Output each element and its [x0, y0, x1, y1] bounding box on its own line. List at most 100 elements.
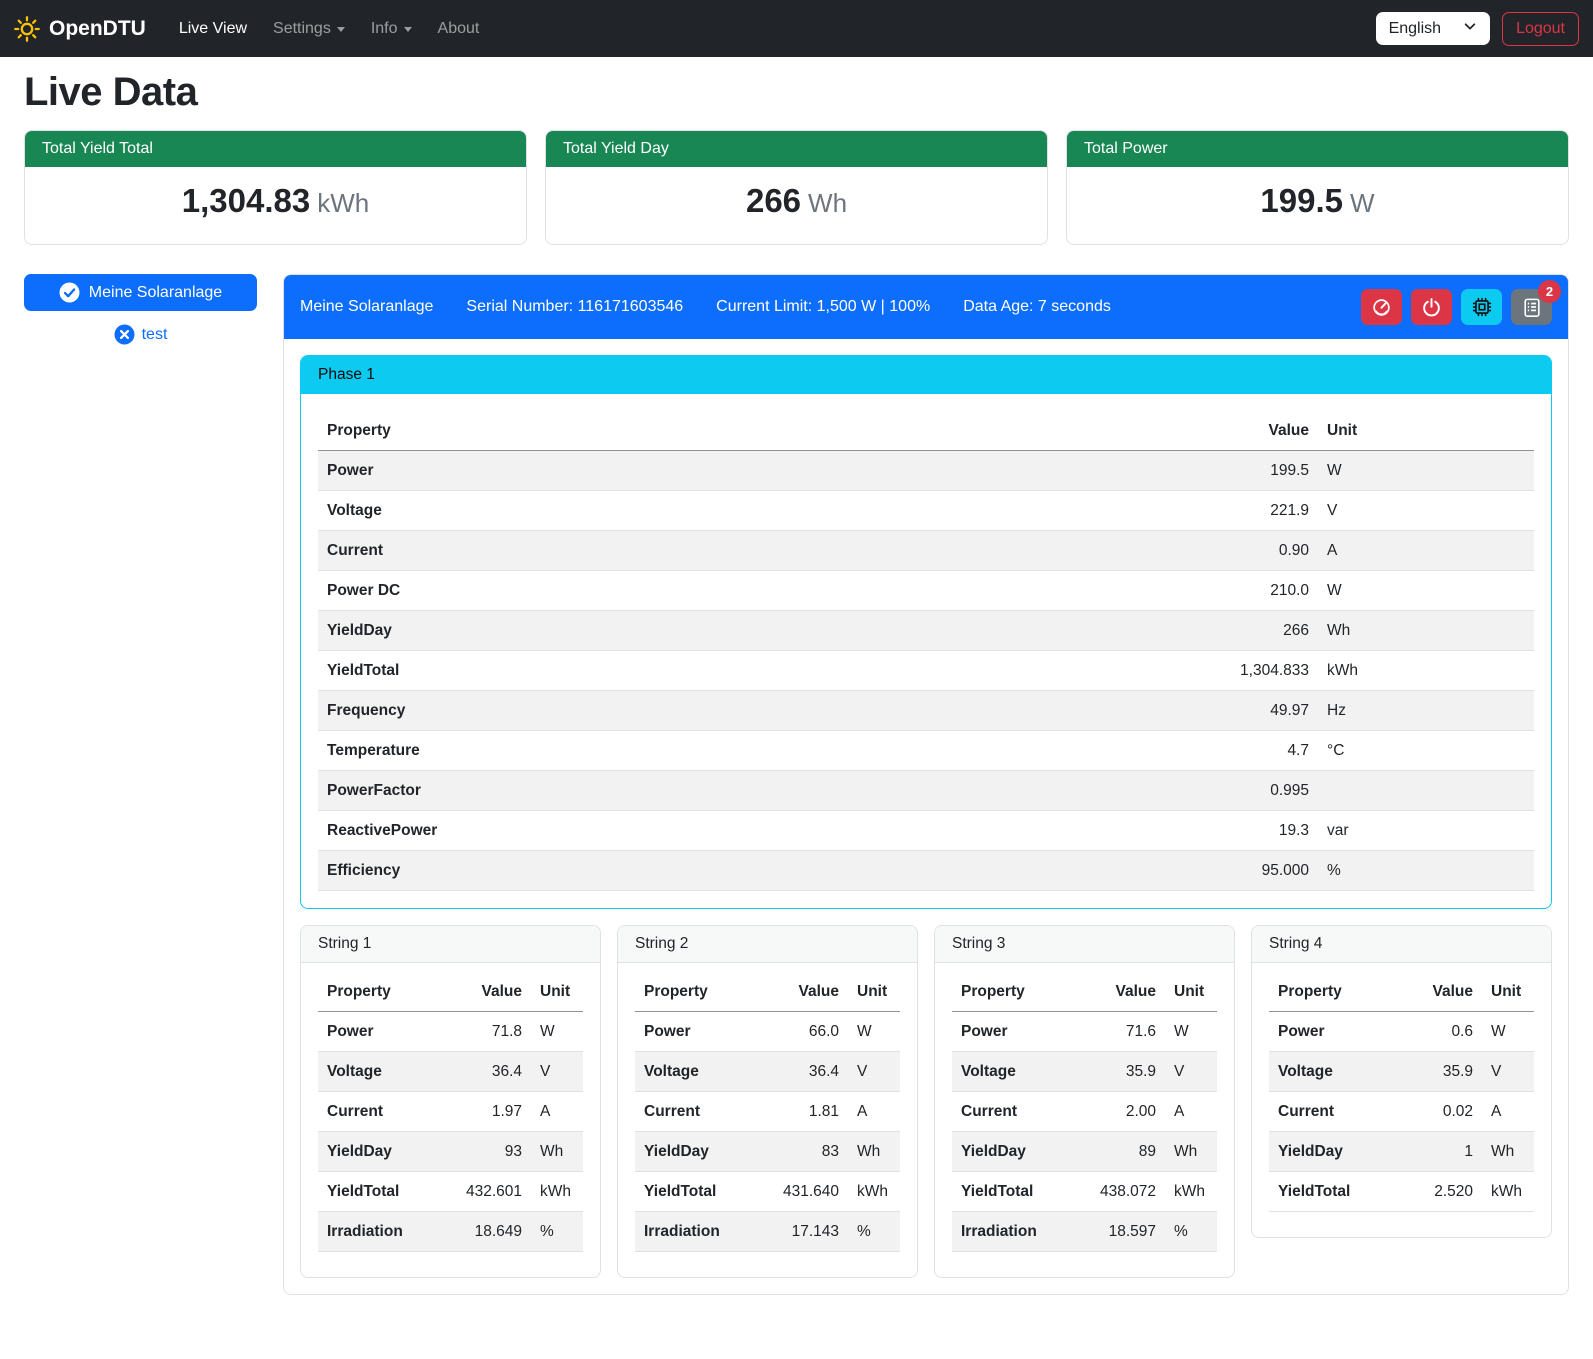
inverter-sidebar: Meine Solaranlage test — [24, 274, 257, 345]
property-cell: Voltage — [635, 1052, 760, 1092]
column-header-unit: Unit — [1318, 411, 1534, 451]
column-header-unit: Unit — [1482, 972, 1534, 1012]
speedometer-icon — [1371, 297, 1392, 318]
sidebar-inverter-test[interactable]: test — [24, 324, 257, 345]
value-cell: 432.601 — [443, 1172, 531, 1212]
sidebar-inverter-meine-solaranlage[interactable]: Meine Solaranlage — [24, 274, 257, 311]
property-cell: Voltage — [318, 1052, 443, 1092]
device-info-button[interactable] — [1461, 289, 1502, 325]
property-cell: Voltage — [952, 1052, 1077, 1092]
table-row-yieldtotal: YieldTotal432.601kWh — [318, 1172, 583, 1212]
column-header-value: Value — [760, 972, 848, 1012]
cpu-icon — [1471, 296, 1493, 318]
unit-cell — [1318, 771, 1534, 811]
inverter-actions: 2 — [1361, 289, 1552, 325]
nav-item-settings[interactable]: Settings — [260, 12, 358, 46]
dropdown-caret-icon — [404, 27, 412, 32]
value-cell: 71.8 — [443, 1012, 531, 1052]
table-row-voltage: Voltage221.9V — [318, 491, 1534, 531]
property-cell: Power — [952, 1012, 1077, 1052]
summary-card-body: 266Wh — [546, 167, 1047, 244]
column-header-property: Property — [318, 411, 1183, 451]
value-cell: 49.97 — [1183, 691, 1318, 731]
value-cell: 83 — [760, 1132, 848, 1172]
table-row-current: Current1.81A — [635, 1092, 900, 1132]
property-cell: Power — [318, 451, 1183, 491]
table-row-yieldtotal: YieldTotal1,304.833kWh — [318, 651, 1534, 691]
summary-card-body: 199.5W — [1067, 167, 1568, 244]
value-cell: 1.97 — [443, 1092, 531, 1132]
value-cell: 0.6 — [1394, 1012, 1482, 1052]
unit-cell: °C — [1318, 731, 1534, 771]
unit-cell: W — [848, 1012, 900, 1052]
table-row-irradiation: Irradiation18.597% — [952, 1212, 1217, 1252]
string-table: PropertyValueUnit Power71.8WVoltage36.4V… — [318, 972, 583, 1252]
nav-item-info[interactable]: Info — [358, 12, 425, 46]
table-row-current: Current0.02A — [1269, 1092, 1534, 1132]
unit-cell: V — [1165, 1052, 1217, 1092]
brand-label: OpenDTU — [49, 17, 146, 41]
property-cell: YieldTotal — [318, 1172, 443, 1212]
value-cell: 199.5 — [1183, 451, 1318, 491]
limit-settings-button[interactable] — [1361, 289, 1402, 325]
string-card-title: String 1 — [301, 926, 600, 963]
column-header-property: Property — [635, 972, 760, 1012]
value-cell: 0.995 — [1183, 771, 1318, 811]
table-row-power: Power71.8W — [318, 1012, 583, 1052]
power-toggle-button[interactable] — [1411, 289, 1452, 325]
property-cell: Power DC — [318, 571, 1183, 611]
value-cell: 89 — [1077, 1132, 1165, 1172]
language-select-value: English — [1389, 20, 1441, 38]
summary-card-unit: W — [1350, 188, 1375, 218]
column-header-unit: Unit — [1165, 972, 1217, 1012]
string-card-string-4: String 4 PropertyValueUnit Power0.6WVolt… — [1251, 925, 1552, 1238]
summary-card-value: 199.5 — [1260, 182, 1343, 219]
nav-item-about[interactable]: About — [425, 12, 493, 46]
nav-item-live-view[interactable]: Live View — [166, 12, 260, 46]
unit-cell: Wh — [1318, 611, 1534, 651]
table-row-temperature: Temperature4.7°C — [318, 731, 1534, 771]
unit-cell: kWh — [1318, 651, 1534, 691]
summary-card-unit: kWh — [317, 188, 369, 218]
property-cell: Voltage — [318, 491, 1183, 531]
table-row-voltage: Voltage36.4V — [635, 1052, 900, 1092]
property-cell: YieldDay — [952, 1132, 1077, 1172]
string-card-string-2: String 2 PropertyValueUnit Power66.0WVol… — [617, 925, 918, 1278]
strings-row: String 1 PropertyValueUnit Power71.8WVol… — [300, 925, 1552, 1278]
summary-card-title: Total Power — [1067, 131, 1568, 167]
string-card-title: String 3 — [935, 926, 1234, 963]
event-log-button[interactable]: 2 — [1511, 289, 1552, 325]
table-row-irradiation: Irradiation18.649% — [318, 1212, 583, 1252]
power-icon — [1421, 297, 1442, 318]
column-header-unit: Unit — [531, 972, 583, 1012]
value-cell: 93 — [443, 1132, 531, 1172]
table-row-frequency: Frequency49.97Hz — [318, 691, 1534, 731]
property-cell: Current — [1269, 1092, 1394, 1132]
summary-card-total-yield-total: Total Yield Total 1,304.83kWh — [24, 130, 527, 245]
unit-cell: % — [1165, 1212, 1217, 1252]
logout-button[interactable]: Logout — [1502, 12, 1579, 46]
value-cell: 438.072 — [1077, 1172, 1165, 1212]
table-row-yieldtotal: YieldTotal431.640kWh — [635, 1172, 900, 1212]
inverter-serial: Serial Number: 116171603546 — [466, 298, 683, 316]
table-row-power: Power199.5W — [318, 451, 1534, 491]
table-row-reactivepower: ReactivePower19.3var — [318, 811, 1534, 851]
unit-cell: A — [1318, 531, 1534, 571]
property-cell: YieldTotal — [318, 651, 1183, 691]
unit-cell: kWh — [848, 1172, 900, 1212]
unit-cell: Wh — [1482, 1132, 1534, 1172]
language-select[interactable]: English — [1376, 12, 1490, 45]
string-card-title: String 2 — [618, 926, 917, 963]
summary-card-unit: Wh — [808, 188, 847, 218]
phase-table-body: Power199.5WVoltage221.9VCurrent0.90APowe… — [318, 451, 1534, 891]
page-title: Live Data — [24, 70, 1569, 115]
property-cell: Efficiency — [318, 851, 1183, 891]
table-row-voltage: Voltage36.4V — [318, 1052, 583, 1092]
value-cell: 35.9 — [1394, 1052, 1482, 1092]
unit-cell: W — [531, 1012, 583, 1052]
inverter-limit: Current Limit: 1,500 W | 100% — [716, 298, 930, 316]
brand[interactable]: OpenDTU — [14, 16, 146, 42]
table-row-yieldday: YieldDay89Wh — [952, 1132, 1217, 1172]
table-row-irradiation: Irradiation17.143% — [635, 1212, 900, 1252]
value-cell: 221.9 — [1183, 491, 1318, 531]
